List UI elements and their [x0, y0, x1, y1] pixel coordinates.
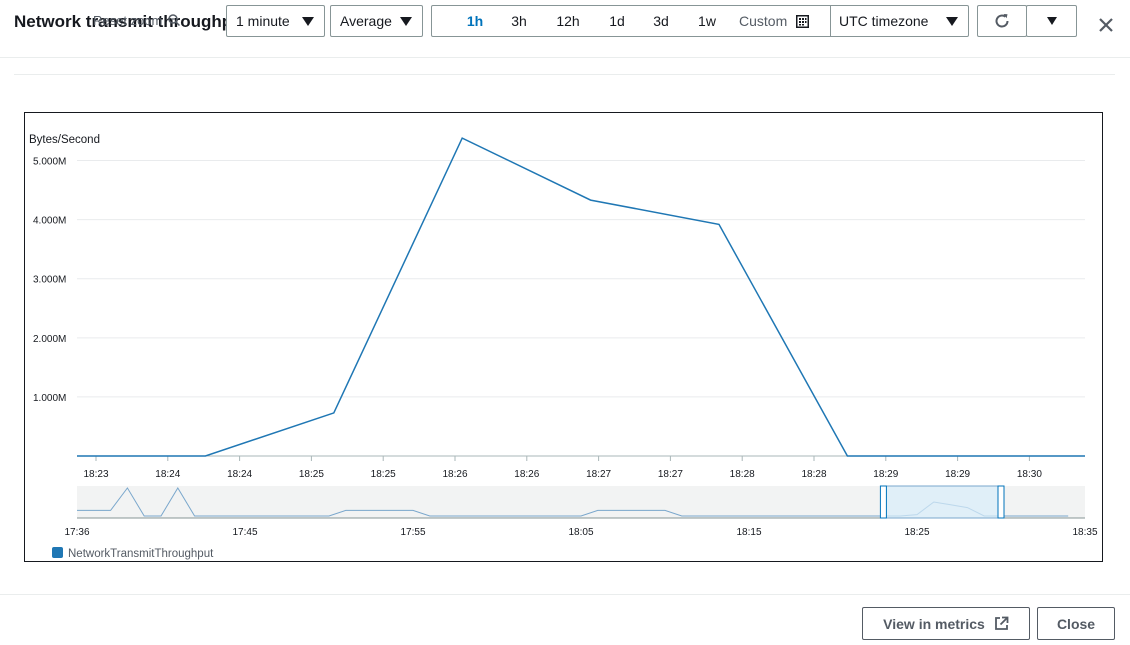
x-tick-label: 18:28 [730, 469, 755, 480]
caret-down-icon [1046, 17, 1057, 25]
y-tick-label: 2.000M [33, 334, 66, 345]
x-tick-label: 18:24 [227, 469, 252, 480]
statistic-dropdown[interactable]: Average [330, 5, 423, 37]
period-dropdown[interactable]: 1 minute [226, 5, 325, 37]
overview-tick-label: 18:25 [904, 527, 929, 538]
overview-tick-label: 17:45 [232, 527, 257, 538]
external-link-icon [994, 616, 1009, 630]
x-tick-label: 18:26 [442, 469, 467, 480]
y-tick-label: 3.000M [33, 275, 66, 286]
range-3d-button[interactable]: 3d [646, 6, 676, 36]
range-1h-button[interactable]: 1h [459, 6, 491, 36]
y-axis-label: Bytes/Second [29, 134, 100, 146]
x-tick-label: 18:28 [801, 469, 826, 480]
overview-tick-label: 18:05 [568, 527, 593, 538]
reset-zoom-label: Reset zoom [93, 13, 163, 28]
timezone-value: UTC timezone [839, 13, 929, 29]
content-divider [14, 74, 1115, 75]
reset-zoom-button[interactable]: Reset zoom [93, 13, 180, 28]
y-tick-label: 5.000M [33, 157, 66, 168]
legend: NetworkTransmitThroughput [52, 547, 214, 560]
custom-range-label: Custom [739, 13, 788, 29]
y-tick-label: 1.000M [33, 393, 66, 404]
refresh-options-button[interactable] [1026, 5, 1077, 37]
header-divider [0, 57, 1130, 58]
x-tick-label: 18:29 [873, 469, 898, 480]
x-tick-label: 18:25 [371, 469, 396, 480]
y-tick-label: 4.000M [33, 216, 66, 227]
view-in-metrics-button[interactable]: View in metrics [862, 607, 1030, 640]
overview-selection[interactable] [882, 485, 1002, 519]
overview-tick-label: 17:36 [64, 527, 89, 538]
legend-swatch [52, 547, 63, 558]
caret-down-icon [400, 16, 412, 26]
series-line [77, 137, 1085, 457]
x-tick-label: 18:23 [83, 469, 108, 480]
close-button[interactable]: Close [1037, 607, 1115, 640]
range-3h-button[interactable]: 3h [504, 6, 534, 36]
legend-label[interactable]: NetworkTransmitThroughput [68, 548, 214, 560]
chart-panel: Bytes/Second 1.000M 2.000M 3.000M 4.000M 5.0… [24, 112, 1103, 562]
footer-divider [0, 594, 1130, 595]
refresh-icon [995, 14, 1009, 28]
overview-tick-label: 18:15 [736, 527, 761, 538]
range-1d-button[interactable]: 1d [602, 6, 632, 36]
close-icon[interactable] [1095, 14, 1117, 36]
period-value: 1 minute [236, 13, 290, 29]
overview-selection-handle[interactable] [879, 485, 887, 519]
x-tick-label: 18:24 [155, 469, 180, 480]
time-range-selector: 1h 3h 12h 1d 3d 1w Custom UTC timezone [431, 5, 969, 37]
caret-down-icon [302, 16, 314, 26]
zoom-icon [168, 14, 180, 26]
caret-down-icon [946, 16, 958, 26]
x-tick-label: 18:30 [1017, 469, 1042, 480]
refresh-button[interactable] [977, 5, 1027, 37]
x-tick-label: 18:27 [586, 469, 611, 480]
x-tick-label: 18:27 [658, 469, 683, 480]
timezone-dropdown[interactable]: UTC timezone [831, 6, 968, 36]
view-in-metrics-label: View in metrics [883, 615, 985, 632]
custom-range-button[interactable]: Custom [739, 6, 823, 36]
overview-tick-label: 17:55 [400, 527, 425, 538]
statistic-value: Average [340, 13, 392, 29]
x-tick-label: 18:26 [514, 469, 539, 480]
x-tick-label: 18:29 [945, 469, 970, 480]
calendar-icon [796, 15, 810, 28]
range-12h-button[interactable]: 12h [551, 6, 585, 36]
range-1w-button[interactable]: 1w [691, 6, 723, 36]
overview-tick-label: 18:35 [1072, 527, 1097, 538]
overview-selection-handle[interactable] [997, 485, 1005, 519]
x-tick-label: 18:25 [299, 469, 324, 480]
throughput-chart: Bytes/Second 1.000M 2.000M 3.000M 4.000M 5.0… [29, 134, 1098, 560]
